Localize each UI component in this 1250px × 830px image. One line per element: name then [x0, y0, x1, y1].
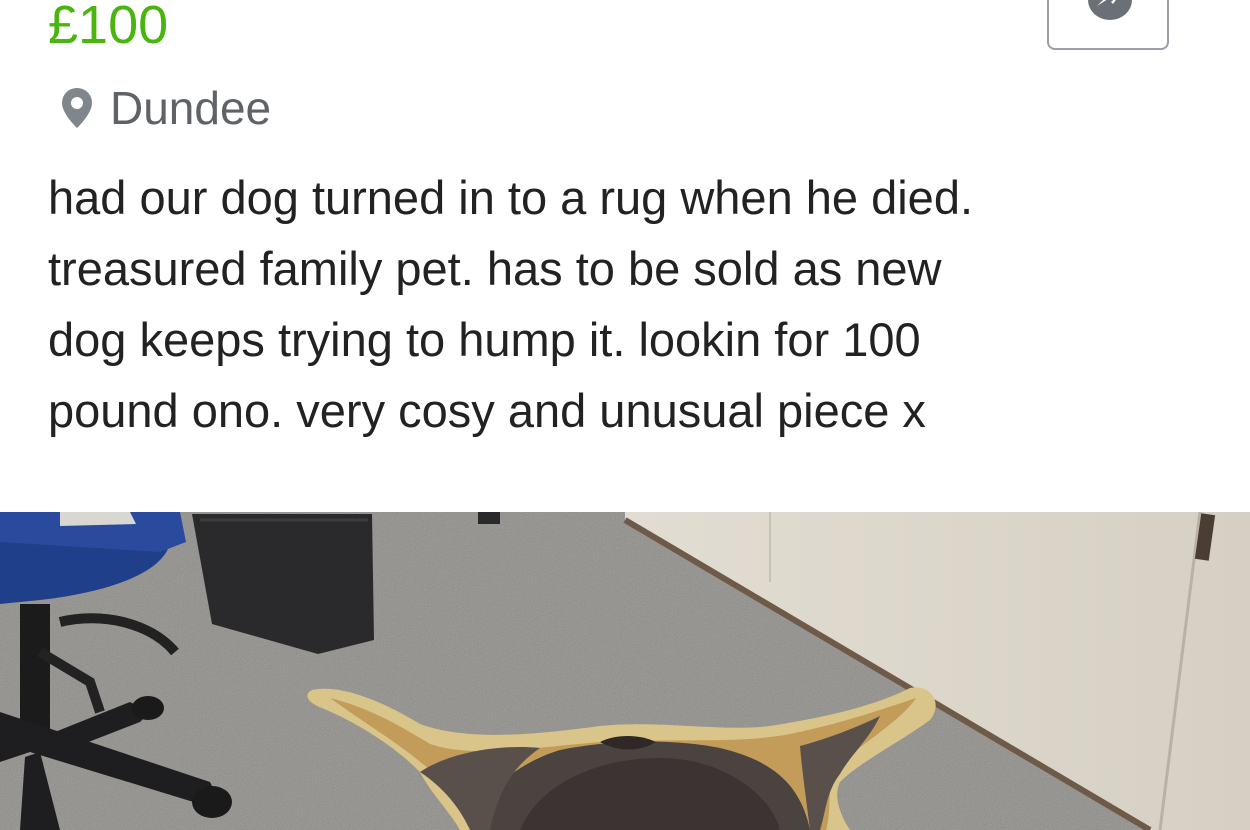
listing-price: £100: [48, 0, 169, 55]
description-line: dog keeps trying to hump it. lookin for …: [48, 313, 921, 366]
listing-description: had our dog turned in to a rug when he d…: [48, 162, 1228, 446]
listing-header: £100 Dundee had our dog turned in to a r…: [0, 0, 1250, 512]
location-city: Dundee: [110, 82, 272, 134]
messenger-icon: [1088, 0, 1132, 20]
description-line: pound ono. very cosy and unusual piece x: [48, 384, 926, 437]
description-line: had our dog turned in to a rug when he d…: [48, 171, 974, 224]
listing-photo[interactable]: [0, 512, 1250, 830]
message-seller-button[interactable]: [1047, 0, 1169, 50]
listing-location: Dundee: [60, 80, 271, 136]
map-pin-icon: [62, 88, 92, 128]
description-line: treasured family pet. has to be sold as …: [48, 242, 942, 295]
